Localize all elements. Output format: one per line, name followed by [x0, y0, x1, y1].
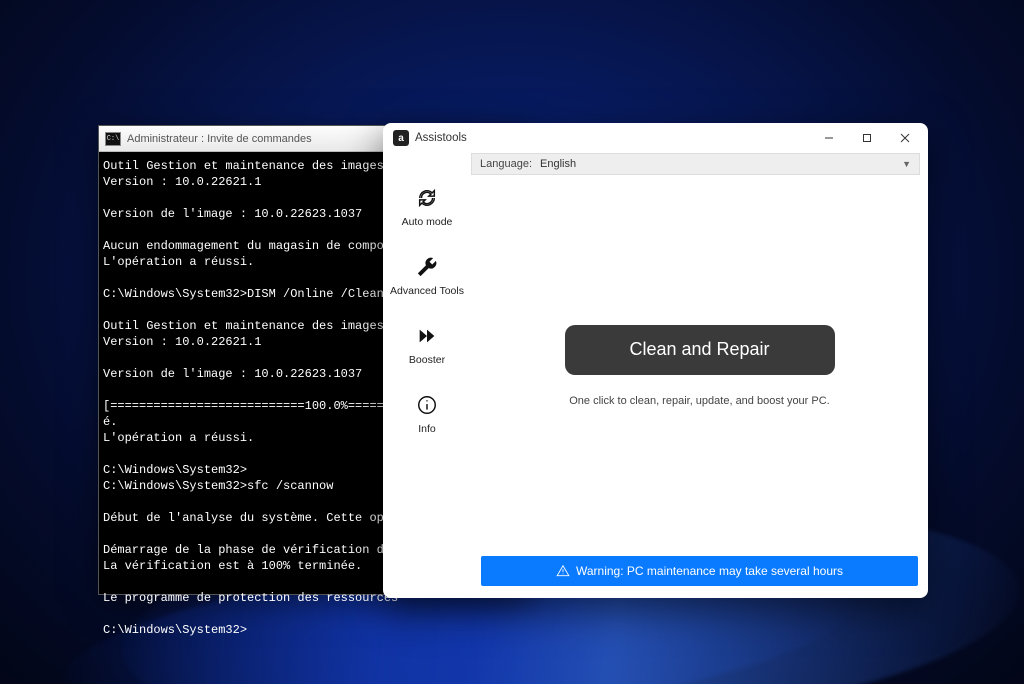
sidebar-label: Info: [418, 423, 436, 435]
warning-text: Warning: PC maintenance may take several…: [576, 564, 843, 578]
close-icon: [900, 133, 910, 143]
warning-icon: [556, 564, 570, 578]
sidebar: Auto mode Advanced Tools Booster Info: [383, 153, 471, 598]
window-controls: [810, 123, 924, 153]
maximize-button[interactable]: [848, 123, 886, 153]
sidebar-item-booster[interactable]: Booster: [409, 325, 445, 366]
warning-bar[interactable]: Warning: PC maintenance may take several…: [481, 556, 918, 586]
tagline-text: One click to clean, repair, update, and …: [569, 395, 829, 407]
language-label: Language:: [480, 158, 532, 170]
refresh-icon: [416, 187, 438, 209]
sidebar-item-advanced-tools[interactable]: Advanced Tools: [390, 256, 464, 297]
app-title: Assistools: [415, 132, 810, 144]
minimize-icon: [824, 133, 834, 143]
sidebar-label: Auto mode: [402, 216, 453, 228]
language-value: English: [540, 158, 902, 170]
sidebar-label: Advanced Tools: [390, 285, 464, 297]
app-titlebar[interactable]: a Assistools: [383, 123, 928, 153]
chevron-down-icon: ▼: [902, 159, 911, 169]
assistools-window: a Assistools Auto mode: [383, 123, 928, 598]
maximize-icon: [862, 133, 872, 143]
fast-forward-icon: [416, 325, 438, 347]
wrench-icon: [416, 256, 438, 278]
language-selector[interactable]: Language: English ▼: [471, 153, 920, 175]
sidebar-item-info[interactable]: Info: [416, 394, 438, 435]
info-icon: [416, 394, 438, 416]
close-button[interactable]: [886, 123, 924, 153]
main-pane: Language: English ▼ Clean and Repair One…: [471, 153, 928, 598]
center-area: Clean and Repair One click to clean, rep…: [471, 175, 928, 556]
app-logo-icon: a: [393, 130, 409, 146]
clean-repair-button[interactable]: Clean and Repair: [565, 325, 835, 375]
cmd-title: Administrateur : Invite de commandes: [127, 133, 312, 145]
cmd-icon: C:\: [105, 132, 121, 146]
app-body: Auto mode Advanced Tools Booster Info: [383, 153, 928, 598]
minimize-button[interactable]: [810, 123, 848, 153]
sidebar-label: Booster: [409, 354, 445, 366]
sidebar-item-auto-mode[interactable]: Auto mode: [402, 187, 453, 228]
